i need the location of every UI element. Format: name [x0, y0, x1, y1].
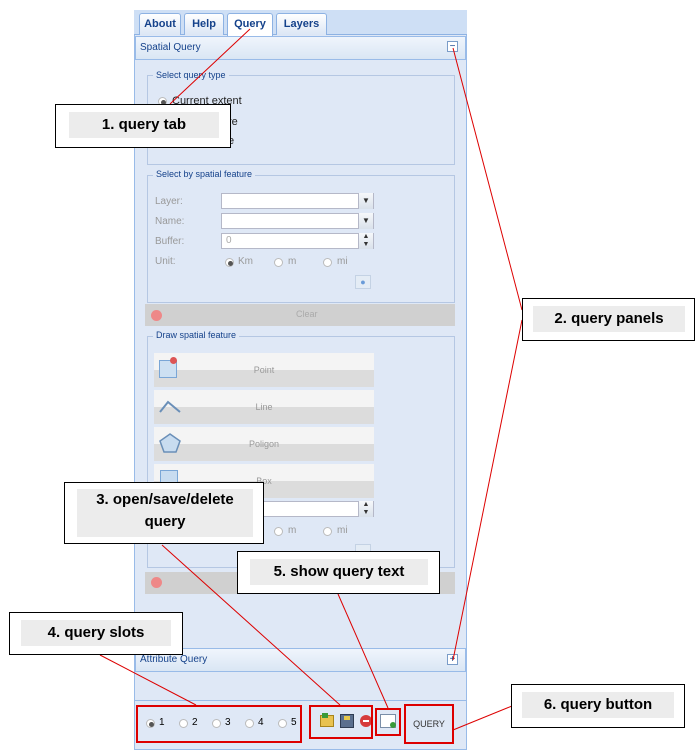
callout-query-tab: 1. query tab — [55, 104, 231, 148]
line-query-button — [452, 705, 513, 731]
callout-query-button: 6. query button — [511, 684, 685, 728]
callout-open-save-delete-line1: 3. open/save/delete — [96, 491, 234, 508]
line-panels-top — [452, 47, 523, 311]
callout-query-button-text: 6. query button — [522, 692, 674, 718]
callout-open-save-delete: 3. open/save/delete query — [64, 482, 264, 544]
line-show-text — [337, 593, 389, 709]
callout-query-panels-text: 2. query panels — [533, 306, 685, 332]
line-panels-bottom — [452, 319, 523, 661]
callout-query-panels: 2. query panels — [522, 298, 695, 341]
callout-query-slots-text: 4. query slots — [21, 620, 171, 646]
callout-query-tab-text: 1. query tab — [69, 112, 219, 138]
callout-query-slots: 4. query slots — [9, 612, 183, 655]
line-slots — [99, 654, 197, 706]
callout-open-save-delete-line2: query — [144, 513, 186, 530]
callout-show-query-text-text: 5. show query text — [250, 559, 428, 585]
line-query-tab — [169, 28, 251, 105]
callout-show-query-text: 5. show query text — [237, 551, 440, 594]
callout-open-save-delete-text: 3. open/save/delete query — [77, 489, 253, 537]
